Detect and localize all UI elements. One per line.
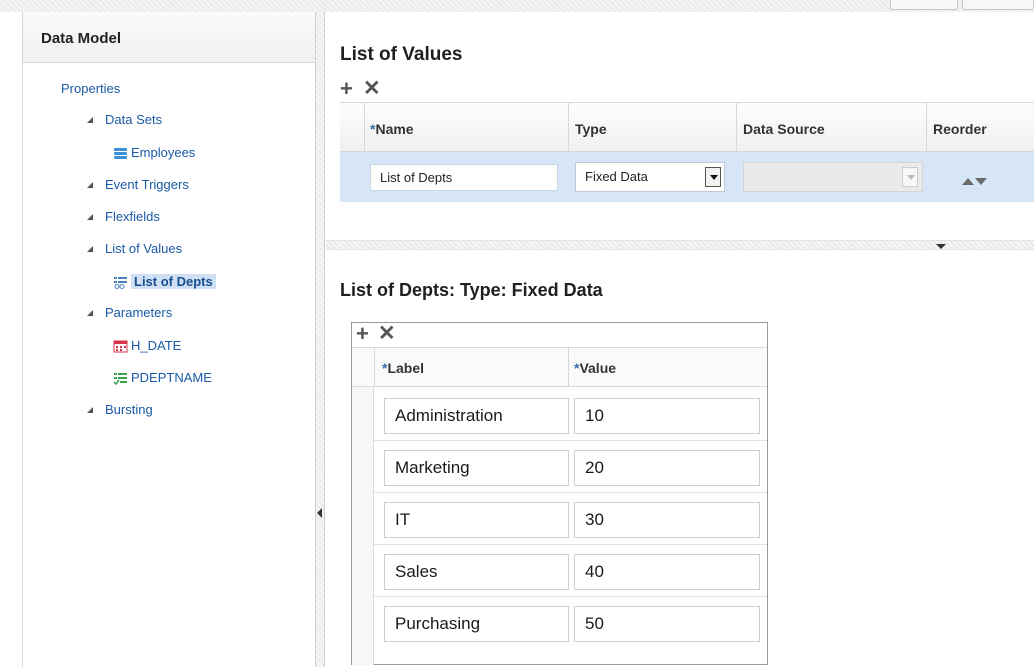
tree-item-event-triggers[interactable]: Event Triggers [87, 175, 189, 195]
label-input[interactable]: Administration [384, 398, 569, 434]
tree-item-data-sets[interactable]: Data Sets [87, 110, 162, 130]
collapse-panel-icon[interactable] [317, 508, 322, 518]
tree-label: List of Values [105, 241, 183, 256]
column-label: Label [387, 360, 425, 376]
lov-type-select[interactable]: Fixed Data [575, 162, 725, 192]
tree-label: Employees [131, 145, 196, 160]
table-row[interactable]: Purchasing 50 [374, 597, 767, 649]
database-icon [113, 146, 128, 160]
expand-triangle-icon[interactable] [87, 181, 93, 188]
tree-item-bursting[interactable]: Bursting [87, 400, 153, 420]
section-divider[interactable] [326, 240, 1034, 250]
reorder-controls [962, 173, 987, 188]
main-content: List of Values + ✕ *Name Type Data Sourc… [326, 12, 1034, 667]
tree-item-properties[interactable]: Properties [61, 79, 120, 99]
column-header-label[interactable]: *Label [382, 360, 424, 376]
column-separator [568, 348, 569, 386]
fixed-data-grid: + ✕ *Label *Value Administration 10 Mark… [351, 322, 768, 665]
tree-item-list-of-depts[interactable]: List of Depts [113, 272, 216, 292]
expand-triangle-icon[interactable] [87, 309, 93, 316]
data-model-title: Data Model [23, 12, 315, 63]
column-header-reorder[interactable]: Reorder [933, 121, 987, 137]
lov-table-row[interactable]: List of Depts Fixed Data [340, 152, 1034, 202]
label-input[interactable]: Purchasing [384, 606, 569, 642]
column-header-data-source[interactable]: Data Source [743, 121, 825, 137]
column-separator [364, 103, 365, 151]
lov-name-input[interactable]: List of Depts [370, 164, 558, 191]
column-separator [736, 103, 737, 151]
value-input[interactable]: 10 [574, 398, 760, 434]
value-input[interactable]: 40 [574, 554, 760, 590]
plus-icon[interactable]: + [356, 323, 369, 345]
tree-label: Data Sets [105, 112, 163, 127]
column-separator [568, 103, 569, 151]
expand-triangle-icon[interactable] [87, 406, 93, 413]
lov-section-title: List of Values [340, 44, 463, 65]
value-input[interactable]: 20 [574, 450, 760, 486]
top-toolbar-button[interactable] [962, 0, 1034, 10]
tree-item-employees[interactable]: Employees [113, 143, 195, 163]
column-separator [374, 348, 375, 386]
label-input[interactable]: Sales [384, 554, 569, 590]
tree-label: List of Depts [131, 274, 216, 289]
checklist-icon [113, 371, 128, 386]
column-header-type[interactable]: Type [575, 121, 607, 137]
column-label: Name [375, 121, 414, 137]
table-row[interactable]: IT 30 [374, 493, 767, 545]
lov-data-source-select [743, 162, 923, 192]
tree-item-flexfields[interactable]: Flexfields [87, 207, 160, 227]
tree-label: Parameters [105, 305, 173, 320]
tree-label: H_DATE [131, 338, 182, 353]
value-input[interactable]: 50 [574, 606, 760, 642]
lov-table-header: *Name Type Data Source Reorder [340, 102, 1034, 152]
tree-label: Flexfields [105, 209, 160, 224]
grid-header: *Label *Value [352, 347, 767, 387]
expand-triangle-icon[interactable] [87, 245, 93, 252]
tree-item-h-date[interactable]: H_DATE [113, 336, 181, 356]
list-icon [113, 275, 128, 290]
tree-label: Bursting [105, 402, 153, 417]
row-header-column [352, 347, 374, 665]
calendar-icon [113, 339, 128, 353]
tree-label: Properties [61, 81, 121, 96]
expand-triangle-icon[interactable] [87, 213, 93, 220]
label-input[interactable]: Marketing [384, 450, 569, 486]
table-row[interactable]: Administration 10 [374, 389, 767, 441]
chevron-down-icon [902, 167, 918, 187]
grid-toolbar: + ✕ [352, 323, 767, 347]
panel-splitter[interactable] [316, 12, 325, 667]
data-model-panel: Data Model Properties Data Sets Employee… [22, 12, 316, 667]
column-label: Value [579, 360, 617, 376]
top-toolbar-button[interactable] [890, 0, 958, 10]
close-icon[interactable]: ✕ [378, 323, 396, 345]
column-header-value[interactable]: *Value [574, 360, 616, 376]
close-icon[interactable]: ✕ [363, 78, 381, 100]
tree-item-pdeptname[interactable]: PDEPTNAME [113, 368, 212, 388]
tree-label: PDEPTNAME [131, 370, 212, 385]
tree-label: Event Triggers [105, 177, 189, 192]
fixed-data-section-title: List of Depts: Type: Fixed Data [340, 280, 603, 300]
table-row[interactable]: Marketing 20 [374, 441, 767, 493]
expand-triangle-icon[interactable] [87, 116, 93, 123]
move-down-icon[interactable] [975, 178, 987, 185]
plus-icon[interactable]: + [340, 78, 353, 100]
table-row[interactable]: Sales 40 [374, 545, 767, 597]
value-input[interactable]: 30 [574, 502, 760, 538]
move-up-icon[interactable] [962, 178, 974, 185]
tree-item-parameters[interactable]: Parameters [87, 303, 172, 323]
column-header-name[interactable]: *Name [370, 121, 414, 137]
column-separator [926, 103, 927, 151]
lov-type-value: Fixed Data [585, 169, 648, 184]
chevron-down-icon[interactable] [705, 167, 721, 187]
tree-item-list-of-values[interactable]: List of Values [87, 239, 182, 259]
collapse-down-icon[interactable] [936, 244, 946, 249]
label-input[interactable]: IT [384, 502, 569, 538]
top-strip [0, 0, 1034, 12]
